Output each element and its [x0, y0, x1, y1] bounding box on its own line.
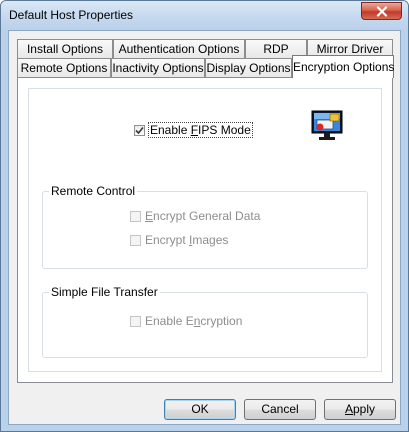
dialog-client-area: Install Options Authentication Options R…: [8, 30, 401, 425]
tab-label: Install Options: [26, 42, 104, 56]
simple-file-transfer-group: Simple File Transfer Enable Encryption: [42, 285, 368, 358]
enable-encryption-label: Enable Encryption: [145, 314, 243, 328]
simple-file-transfer-title: Simple File Transfer: [49, 285, 160, 299]
fips-mode-check[interactable]: [134, 124, 145, 136]
encryption-settings-frame: Enable FIPS Mode Remote Control Encrypt …: [28, 88, 382, 372]
tab-remote-options[interactable]: Remote Options: [17, 58, 111, 77]
close-button[interactable]: [361, 2, 402, 20]
tab-label: Inactivity Options: [112, 61, 204, 75]
tab-label: Mirror Driver: [316, 42, 384, 56]
cancel-button-label: Cancel: [261, 402, 299, 416]
enable-encryption-checkbox: Enable Encryption: [130, 314, 242, 328]
title-bar[interactable]: Default Host Properties: [1, 1, 408, 29]
tab-inactivity-options[interactable]: Inactivity Options: [111, 58, 205, 77]
remote-control-group: Remote Control Encrypt General Data Encr…: [42, 184, 368, 269]
tab-label: Authentication Options: [118, 42, 240, 56]
ok-button[interactable]: OK: [164, 399, 236, 420]
apply-button-label: Apply: [344, 402, 376, 416]
remote-control-title: Remote Control: [49, 184, 138, 198]
dialog-window: Default Host Properties Install Options …: [0, 0, 409, 432]
encrypt-general-data-checkbox: Encrypt General Data: [130, 209, 260, 223]
tab-encryption-options[interactable]: Encryption Options: [292, 55, 394, 78]
ok-button-label: OK: [191, 402, 209, 416]
tab-install-options[interactable]: Install Options: [17, 39, 113, 58]
enable-encryption-check: [130, 315, 141, 327]
close-icon: [376, 5, 387, 17]
tab-label: Remote Options: [20, 61, 108, 75]
tab-display-options[interactable]: Display Options: [205, 58, 292, 77]
cancel-button[interactable]: Cancel: [244, 399, 316, 420]
tab-label: RDP: [263, 42, 289, 56]
encrypt-images-check: [130, 234, 141, 246]
checkmark-icon: [135, 126, 144, 134]
tab-authentication-options[interactable]: Authentication Options: [113, 39, 245, 58]
encryption-options-panel: Enable FIPS Mode Remote Control Encrypt …: [17, 77, 393, 383]
tab-label: Encryption Options: [293, 60, 395, 74]
encrypt-general-data-check: [130, 210, 141, 222]
monitor-lock-icon: [311, 110, 343, 140]
encrypt-general-data-label: Encrypt General Data: [145, 209, 261, 223]
fips-mode-checkbox[interactable]: Enable FIPS Mode: [134, 122, 253, 138]
window-title: Default Host Properties: [9, 8, 134, 22]
apply-button[interactable]: Apply: [324, 399, 396, 420]
tab-label: Display Options: [206, 61, 291, 75]
encrypt-images-checkbox: Encrypt Images: [130, 233, 228, 247]
encrypt-images-label: Encrypt Images: [145, 233, 229, 247]
fips-mode-label: Enable FIPS Mode: [148, 122, 253, 138]
